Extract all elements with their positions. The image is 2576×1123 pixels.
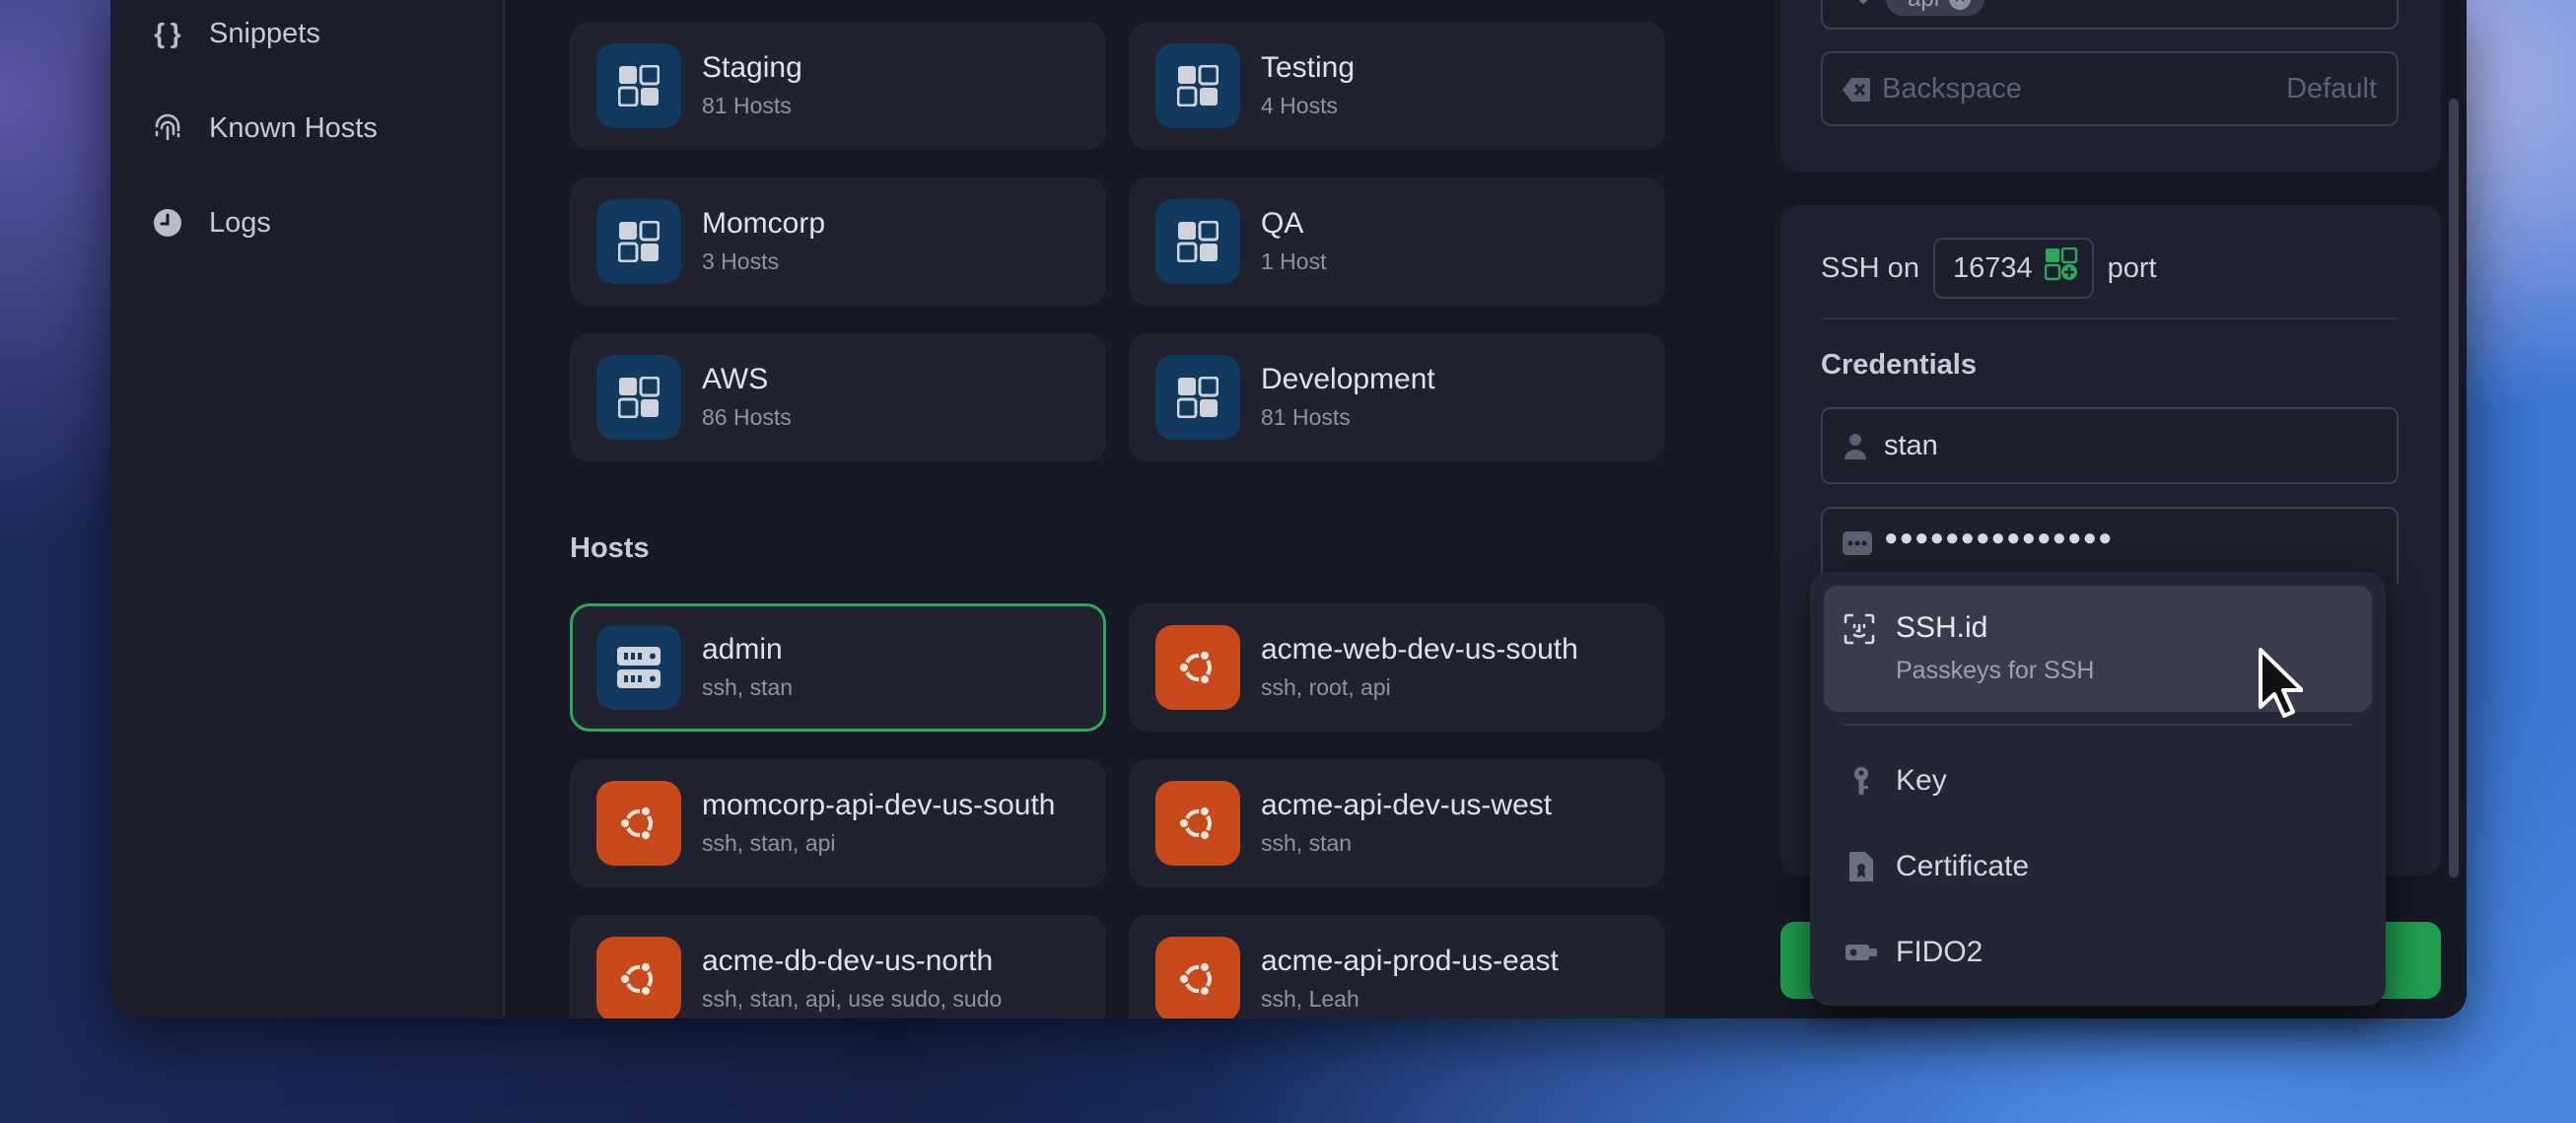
group-name: Development [1261,363,1435,395]
dropdown-item-key[interactable]: Key [1810,741,2386,820]
host-card-acme-api-prod-us-east[interactable]: acme-api-prod-us-east ssh, Leah [1129,915,1665,1018]
password-value: ●●●●●●●●●●●●●●● [1884,525,2114,551]
group-icon [1155,43,1240,128]
group-count: 3 Hosts [702,248,779,274]
group-count: 81 Hosts [1261,404,1351,430]
mouse-cursor-icon [2258,647,2304,723]
ubuntu-icon [1155,625,1240,710]
password-icon [1843,530,1872,563]
server-icon [596,625,681,710]
host-tags: ssh, stan [1261,830,1353,856]
group-count: 1 Host [1261,248,1327,274]
group-card-momcorp[interactable]: Momcorp 3 Hosts [570,177,1106,306]
dropdown-item-label: SSH.id [1896,611,1988,644]
backspace-icon [1843,77,1870,110]
group-name: Momcorp [702,207,826,240]
dropdown-item-fido2[interactable]: FIDO2 [1810,913,2386,992]
sidebar-item-label: Logs [209,206,271,239]
host-card-momcorp-api-dev-us-south[interactable]: momcorp-api-dev-us-south ssh, stan, api [570,759,1106,887]
host-name: admin [702,633,783,666]
fingerprint-icon [150,112,185,144]
port-input[interactable]: 16734 [1932,238,2094,299]
auth-method-dropdown: SSH.id Passkeys for SSH Key Certificate … [1810,572,2386,1006]
host-card-acme-web-dev-us-south[interactable]: acme-web-dev-us-south ssh, root, api [1129,603,1665,732]
sidebar-item-known-hosts[interactable]: Known Hosts [150,99,378,158]
dropdown-item-label: Key [1896,764,1947,797]
host-name: acme-api-dev-us-west [1261,789,1553,821]
host-tags: ssh, stan, api [702,830,836,856]
group-name: QA [1261,207,1304,240]
group-card-development[interactable]: Development 81 Hosts [1129,333,1665,461]
host-tags: ssh, stan, api, use sudo, sudo [702,986,1003,1012]
group-icon [596,43,681,128]
chip-remove-icon[interactable]: ✕ [1949,0,1972,10]
host-card-admin[interactable]: admin ssh, stan [570,603,1106,732]
ubuntu-icon [1155,937,1240,1018]
face-scan-icon [1844,613,1875,650]
group-icon [1155,199,1240,284]
group-icon [596,355,681,440]
backspace-label: Backspace [1882,72,2022,105]
group-name: AWS [702,363,769,395]
port-add-icon[interactable] [2044,246,2078,289]
port-value: 16734 [1952,251,2033,284]
sidebar-item-label: Known Hosts [209,111,378,144]
group-card-staging[interactable]: Staging 81 Hosts [570,22,1106,150]
ubuntu-icon [596,781,681,866]
keyword-chips-field[interactable]: ⬥ api ✕ [1821,0,2399,30]
group-name: Testing [1261,51,1356,84]
host-tags: ssh, Leah [1261,986,1359,1012]
ubuntu-icon [596,937,681,1018]
host-name: acme-db-dev-us-north [702,945,994,977]
host-name: acme-api-prod-us-east [1261,945,1559,977]
group-card-aws[interactable]: AWS 86 Hosts [570,333,1106,461]
group-name: Staging [702,51,802,84]
sidebar-item-label: Snippets [209,17,320,49]
backspace-field[interactable]: Backspace Default [1821,51,2399,126]
group-icon [596,199,681,284]
credentials-title: Credentials [1821,349,1977,381]
username-field[interactable]: stan [1821,407,2399,484]
key-icon [1844,766,1879,796]
clock-icon [150,208,185,238]
host-card-acme-api-dev-us-west[interactable]: acme-api-dev-us-west ssh, stan [1129,759,1665,887]
host-tags: ssh, stan [702,674,794,700]
group-card-testing[interactable]: Testing 4 Hosts [1129,22,1665,150]
divider [1821,317,2399,319]
backspace-value: Default [2286,72,2377,105]
sidebar: { } Snippets Known Hosts Logs [110,0,505,1018]
ssh-port-row: SSH on 16734 port [1821,237,2157,300]
username-value: stan [1884,429,1938,461]
host-tags: ssh, root, api [1261,674,1391,700]
fido-icon [1844,943,1879,962]
port-suffix-label: port [2107,251,2157,284]
dropdown-item-certificate[interactable]: Certificate [1810,827,2386,906]
keyboard-settings-box: ⬥ api ✕ Backspace Default [1780,0,2441,172]
braces-icon: { } [154,18,181,48]
host-name: acme-web-dev-us-south [1261,633,1578,666]
host-name: momcorp-api-dev-us-south [702,789,1056,821]
dropdown-divider [1844,724,2352,726]
ubuntu-icon [1155,781,1240,866]
group-count: 86 Hosts [702,404,792,430]
user-icon [1845,433,1866,468]
certificate-icon [1844,852,1879,881]
group-count: 81 Hosts [702,93,792,118]
group-card-qa[interactable]: QA 1 Host [1129,177,1665,306]
group-icon [1155,355,1240,440]
dropdown-item-label: Certificate [1896,850,2030,882]
panel-scrollbar[interactable] [2449,99,2459,877]
hosts-section-title: Hosts [570,532,650,564]
host-card-acme-db-dev-us-north[interactable]: acme-db-dev-us-north ssh, stan, api, use… [570,915,1106,1018]
dropdown-item-sublabel: Passkeys for SSH [1896,657,2095,684]
chip-label: api [1908,0,1939,14]
ssh-on-label: SSH on [1821,251,1919,284]
sidebar-item-logs[interactable]: Logs [150,193,271,252]
chip-api[interactable]: api ✕ [1886,0,1985,16]
sidebar-item-snippets[interactable]: { } Snippets [150,4,320,63]
key-icon: ⬥ [1856,0,1870,9]
group-count: 4 Hosts [1261,93,1338,118]
dropdown-item-label: FIDO2 [1896,936,1984,968]
main-content: Staging 81 Hosts Testing 4 Hosts Momcorp… [507,0,1747,1018]
